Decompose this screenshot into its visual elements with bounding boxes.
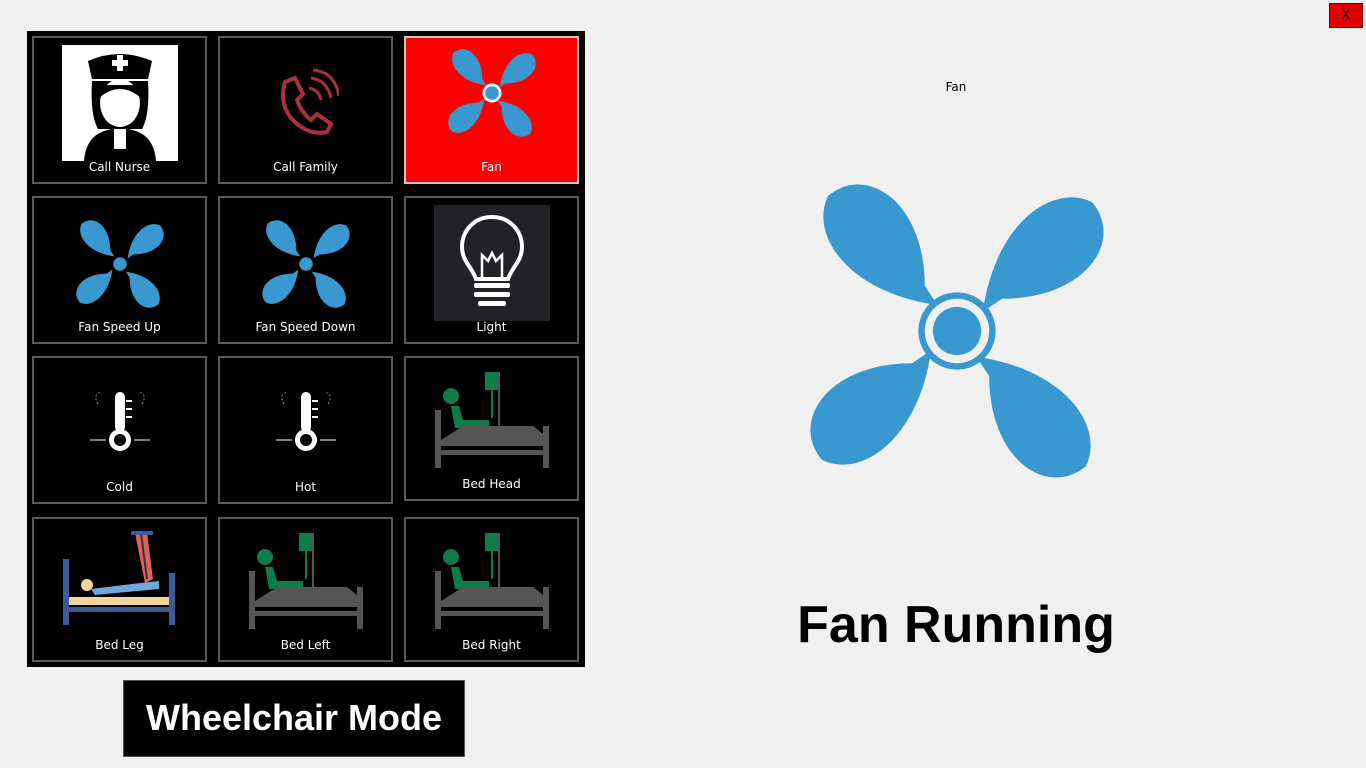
tile-label: Fan [481, 160, 502, 174]
tile-label: Call Nurse [88, 160, 151, 174]
bed-right-tile[interactable]: Bed Right [404, 517, 579, 662]
tile-label: Fan Speed Up [78, 320, 161, 334]
fan-icon [72, 216, 168, 312]
fan-icon [444, 45, 540, 141]
phone-icon [273, 68, 339, 138]
nurse-icon [61, 45, 178, 161]
tile-label: Bed Right [462, 638, 521, 652]
thermometer-icon [88, 388, 152, 458]
patient-bed-icon [247, 531, 365, 633]
patient-bed-icon [433, 370, 551, 472]
tile-label: Bed Left [280, 638, 331, 652]
tile-label: Bed Head [462, 477, 521, 491]
status-text: Fan Running [797, 596, 1115, 654]
lightbulb-icon [433, 205, 550, 321]
thermometer-icon [274, 388, 338, 458]
call-nurse-tile[interactable]: Call Nurse [32, 36, 207, 184]
tile-label: Cold [106, 480, 133, 494]
tile-label: Call Family [273, 160, 338, 174]
fan-icon [796, 170, 1118, 496]
bed-head-tile[interactable]: Bed Head [404, 356, 579, 501]
tile-label: Hot [294, 480, 317, 494]
hot-tile[interactable]: Hot [218, 356, 393, 504]
tile-label: Light [476, 320, 507, 334]
light-tile[interactable]: Light [404, 196, 579, 344]
bed-leg-icon [61, 531, 179, 631]
call-family-tile[interactable]: Call Family [218, 36, 393, 184]
patient-bed-icon [433, 531, 551, 633]
bed-left-tile[interactable]: Bed Left [218, 517, 393, 662]
status-caption: Fan [945, 80, 967, 94]
wheelchair-mode-button[interactable]: Wheelchair Mode [123, 680, 465, 757]
tile-label: Bed Leg [95, 638, 144, 652]
close-button[interactable]: X [1329, 3, 1363, 28]
fan-speed-down-tile[interactable]: Fan Speed Down [218, 196, 393, 344]
tile-label: Fan Speed Down [255, 320, 356, 334]
cold-tile[interactable]: Cold [32, 356, 207, 504]
control-grid: Call Nurse Call Family Fan Fan Speed Up … [27, 31, 585, 667]
bed-leg-tile[interactable]: Bed Leg [32, 517, 207, 662]
fan-icon [258, 216, 354, 312]
fan-tile[interactable]: Fan [404, 36, 579, 184]
fan-speed-up-tile[interactable]: Fan Speed Up [32, 196, 207, 344]
